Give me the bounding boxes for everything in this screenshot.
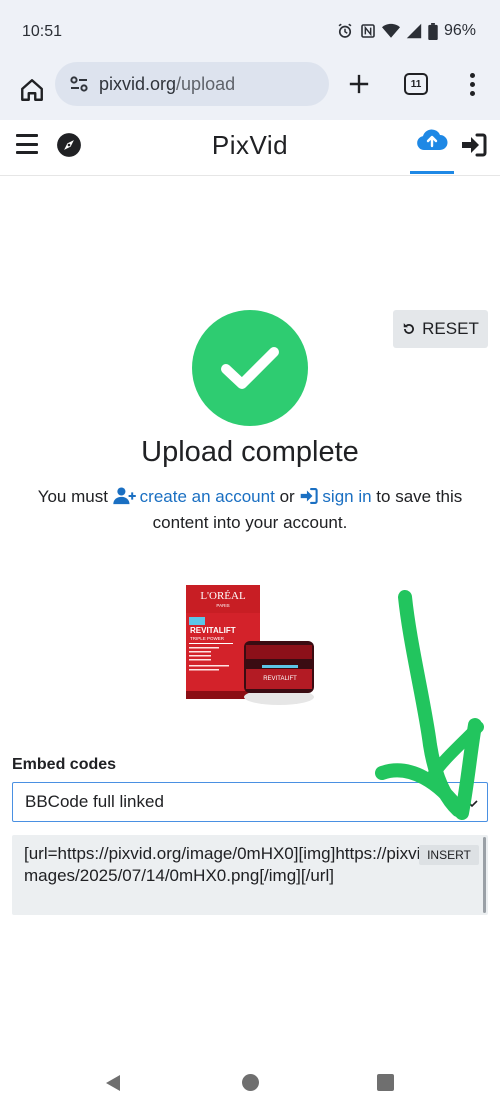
new-tab-button[interactable] — [343, 66, 375, 102]
msg-or: or — [279, 487, 295, 506]
status-time: 10:51 — [22, 23, 63, 40]
wifi-icon — [381, 23, 400, 38]
site-header: PixVid — [0, 120, 500, 176]
sign-in-icon — [301, 488, 319, 504]
embed-code-textarea[interactable]: [url=https://pixvid.org/image/0mHX0][img… — [12, 835, 488, 915]
tab-count: 11 — [410, 78, 422, 90]
active-tab-indicator — [410, 171, 454, 174]
insert-button[interactable]: INSERT — [419, 845, 479, 865]
home-button[interactable] — [14, 70, 50, 110]
recents-icon[interactable] — [377, 1074, 394, 1091]
back-icon[interactable] — [104, 1074, 122, 1092]
alarm-icon — [338, 23, 352, 38]
browser-toolbar: pixvid.org/upload 11 — [0, 60, 500, 120]
tab-switcher-button[interactable]: 11 — [404, 73, 428, 95]
url-text[interactable]: pixvid.org/upload — [99, 74, 235, 95]
sign-in-link[interactable]: sign in — [299, 487, 372, 506]
home-icon — [21, 79, 43, 101]
address-bar[interactable]: pixvid.org/upload — [55, 62, 329, 106]
product-line-text: REVITALIFT — [190, 626, 236, 635]
brand-text: L'ORÉAL — [200, 590, 246, 602]
add-user-icon — [112, 487, 136, 505]
scrollbar[interactable] — [483, 837, 486, 913]
msg-prefix: You must — [37, 487, 108, 506]
brand-sub-text: PARIS — [216, 603, 229, 608]
menu-dot-icon — [469, 72, 475, 78]
success-check-badge — [192, 310, 308, 426]
insert-label: INSERT — [427, 848, 471, 862]
undo-icon — [403, 323, 415, 334]
url-path: /upload — [176, 73, 236, 94]
uploaded-image-preview[interactable]: L'ORÉAL PARIS REVITALIFT TRIPLE POWER RE… — [186, 585, 316, 709]
upload-tab[interactable] — [410, 128, 454, 174]
reset-label: RESET — [422, 319, 479, 338]
embed-code-type-select[interactable]: BBCode full linked — [12, 782, 488, 822]
status-icons: 96% — [336, 22, 476, 40]
home-circle-icon[interactable] — [242, 1074, 259, 1091]
create-account-link[interactable]: create an account — [112, 487, 275, 506]
url-domain: pixvid.org — [99, 73, 177, 94]
site-settings-icon[interactable] — [67, 72, 91, 96]
product-variant-text: TRIPLE POWER — [190, 636, 225, 641]
upload-complete-title: Upload complete — [141, 436, 359, 468]
embed-select-value: BBCode full linked — [25, 792, 164, 811]
reset-button[interactable]: RESET — [393, 310, 488, 348]
chevron-down-icon — [466, 800, 478, 808]
plus-icon — [349, 74, 369, 94]
battery-icon — [428, 22, 438, 40]
sign-in-label: sign in — [322, 487, 372, 506]
battery-percent: 96% — [443, 22, 476, 39]
sign-in-icon[interactable] — [460, 132, 488, 158]
embed-code-text: [url=https://pixvid.org/image/0mHX0][img… — [24, 844, 468, 885]
upload-message: You must create an account or sign in to… — [10, 484, 490, 536]
cloud-upload-icon — [417, 129, 448, 150]
signal-icon — [406, 23, 422, 39]
status-bar: 10:51 96% — [0, 0, 500, 60]
checkmark-icon — [221, 347, 279, 389]
svg-text:REVITALIFT: REVITALIFT — [263, 676, 297, 682]
embed-codes-label: Embed codes — [12, 756, 117, 773]
menu-dot-icon — [469, 90, 475, 96]
system-nav-bar — [0, 1055, 500, 1111]
nfc-icon — [361, 24, 375, 38]
browser-menu-button[interactable] — [460, 68, 484, 100]
menu-dot-icon — [469, 81, 475, 87]
create-account-label: create an account — [139, 487, 275, 506]
